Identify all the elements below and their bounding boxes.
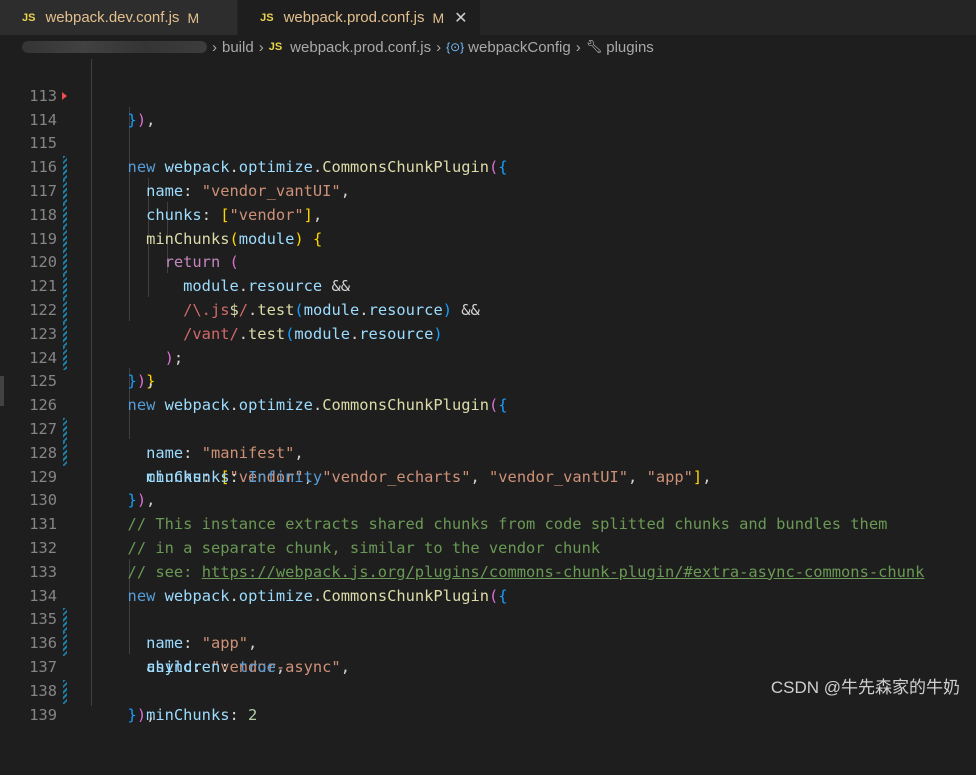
code-line: 129 }), (0, 442, 976, 510)
modified-badge: M (432, 9, 445, 26)
tab-webpack-prod-conf[interactable]: JS webpack.prod.conf.js M ✕ (238, 0, 481, 35)
code-line: 126 name: "manifest", (0, 370, 976, 462)
js-file-icon: JS (22, 11, 36, 24)
breadcrumb-file[interactable]: webpack.prod.conf.js (290, 39, 431, 56)
breadcrumb-member[interactable]: plugins (606, 39, 654, 56)
chevron-right-icon: › (575, 38, 581, 56)
code-line: 132 // see: https://webpack.js.org/plugi… (0, 513, 976, 581)
code-line: 122 ); (0, 275, 976, 367)
code-line: 119 module.resource && (0, 204, 976, 296)
code-line: 137 minChunks: 2 (0, 632, 976, 724)
tab-bar: JS webpack.dev.conf.js M JS webpack.prod… (0, 0, 976, 35)
code-line: 131 // in a separate chunk, similar to t… (0, 489, 976, 557)
breadcrumb-symbol[interactable]: webpackConfig (468, 39, 571, 56)
close-icon[interactable]: ✕ (454, 8, 467, 28)
breadcrumb-folder[interactable]: build (222, 39, 254, 56)
watermark: CSDN @牛先森家的牛奶 (770, 678, 960, 697)
code-line: 115 name: "vendor_vantUI", (0, 109, 976, 200)
wrench-icon: 🔧︎ (585, 39, 603, 54)
code-text: }), (127, 705, 156, 724)
chevron-right-icon: › (212, 38, 217, 56)
chevron-right-icon: › (258, 38, 264, 56)
modified-badge: M (187, 9, 200, 26)
blurred-path (22, 41, 207, 53)
code-line: 116 chunks: ["vendor"], (0, 132, 976, 224)
code-line: 117 minChunks(module) { (0, 156, 976, 248)
code-line: 118 return ( (0, 180, 976, 272)
code-line: 127 chunks: ["vendor", "vendor_echarts",… (0, 394, 976, 486)
deleted-lines-marker[interactable] (62, 91, 67, 100)
code-line: 113 }), (0, 61, 976, 129)
breadcrumb: › build › JS webpack.prod.conf.js › {⊙} … (0, 35, 976, 59)
code-line: 130 // This instance extracts shared chu… (0, 466, 976, 533)
tab-label: webpack.prod.conf.js (283, 9, 425, 26)
variable-symbol-icon: {⊙} (446, 40, 465, 54)
code-line: 128 minChunks: Infinity (0, 418, 976, 486)
code-line: 135 async: "vendor-async", (0, 585, 976, 676)
code-line: 123 } (0, 299, 976, 391)
code-line: 134 name: "app", (0, 561, 976, 653)
code-line: 136 children: true, (0, 608, 976, 676)
tab-webpack-dev-conf[interactable]: JS webpack.dev.conf.js M (0, 0, 239, 35)
code-line: 121 /vant/.test(module.resource) (0, 251, 976, 343)
code-line: 120 /\.js$/.test(module.resource) && (0, 228, 976, 319)
line-number: 139 (29, 705, 57, 724)
chevron-right-icon: › (436, 38, 442, 56)
code-line: 124 }), (0, 323, 976, 391)
code-editor[interactable]: 113 }), 114 new webpack.optimize.Commons… (0, 59, 976, 724)
code-line: 114 new webpack.optimize.CommonsChunkPlu… (0, 85, 976, 176)
js-file-icon: JS (260, 11, 274, 24)
js-file-icon: JS (268, 41, 283, 53)
code-line: 133 new webpack.optimize.CommonsChunkPlu… (0, 537, 976, 605)
tab-label: webpack.dev.conf.js (45, 9, 180, 26)
code-line: 125 new webpack.optimize.CommonsChunkPlu… (0, 347, 976, 414)
